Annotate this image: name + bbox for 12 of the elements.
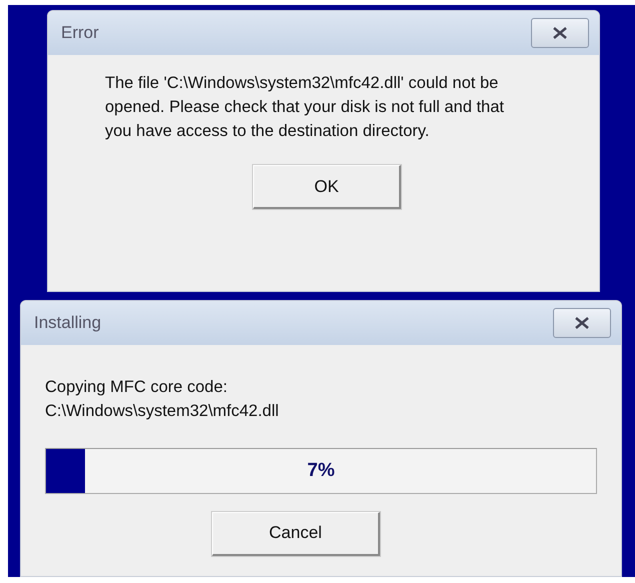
status-text: Copying MFC core code: — [45, 376, 228, 398]
cancel-button[interactable]: Cancel — [212, 512, 380, 556]
close-button[interactable] — [553, 308, 611, 338]
file-path: C:\Windows\system32\mfc42.dll — [45, 400, 280, 422]
close-icon — [573, 316, 591, 328]
ok-button[interactable]: OK — [253, 165, 401, 209]
dialog-title: Installing — [34, 312, 102, 332]
close-icon — [551, 27, 569, 39]
close-button[interactable] — [531, 18, 589, 48]
progress-percent: 7% — [307, 460, 335, 482]
error-message: The file 'C:\Windows\system32\mfc42.dll' could not be opened. Please check that your disk is not full and that you have access to the destination directory. — [105, 73, 505, 142]
dialog-title: Error — [61, 23, 99, 43]
